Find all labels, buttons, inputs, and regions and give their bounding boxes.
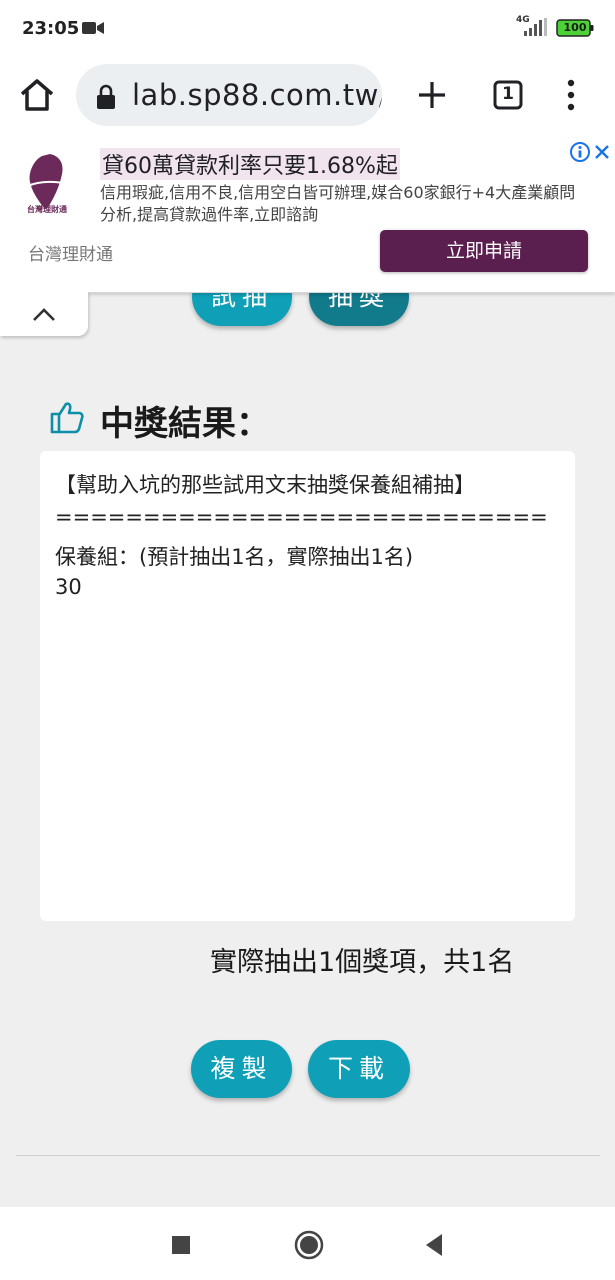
- result-winner-line: 30: [55, 575, 82, 599]
- system-nav-bar: [0, 1207, 615, 1280]
- copy-button[interactable]: 複製: [191, 1040, 292, 1098]
- result-separator-line: ============================: [55, 505, 548, 529]
- tab-count: 1: [502, 84, 514, 104]
- url-text: lab.sp88.com.tw/: [132, 78, 382, 112]
- back-icon[interactable]: [424, 1233, 444, 1257]
- recent-apps-icon[interactable]: [172, 1236, 190, 1254]
- ad-close-icon[interactable]: [594, 144, 610, 160]
- result-prize-line: 保養組：(預計抽出1名，實際抽出1名): [55, 545, 414, 569]
- ad-apply-button[interactable]: 立即申請: [380, 230, 588, 272]
- result-heading: 中獎結果：: [100, 404, 270, 444]
- signal-strength-icon: [524, 18, 547, 36]
- ad-advertiser: 台灣理財通: [28, 245, 113, 265]
- ad-banner[interactable]: 台灣理財通 貸60萬貸款利率只要1.68%起 信用瑕疵,信用不良,信用空白皆可辦…: [0, 138, 615, 293]
- ad-logo-text: 台灣理財通: [27, 205, 67, 214]
- browser-toolbar: lab.sp88.com.tw/ 1: [0, 58, 615, 138]
- status-bar: 23:05 4G 100: [0, 0, 615, 58]
- thumbs-up-icon: [50, 402, 84, 434]
- nav-home-icon[interactable]: [294, 1230, 324, 1260]
- address-bar[interactable]: lab.sp88.com.tw/: [76, 64, 382, 126]
- new-tab-icon[interactable]: [416, 79, 448, 111]
- result-textarea[interactable]: 【幫助入坑的那些試用文末抽獎保養組補抽】 ===================…: [40, 451, 575, 921]
- divider: [16, 1155, 600, 1156]
- status-time: 23:05: [22, 18, 80, 39]
- ad-title[interactable]: 貸60萬貸款利率只要1.68%起: [100, 148, 400, 180]
- result-summary: 實際抽出1個獎項，共1名: [210, 947, 515, 978]
- result-title-line: 【幫助入坑的那些試用文末抽獎保養組補抽】: [55, 473, 475, 497]
- battery-level: 100: [563, 21, 587, 34]
- download-button[interactable]: 下載: [308, 1040, 410, 1098]
- ad-description: 信用瑕疵,信用不良,信用空白皆可辦理,媒合60家銀行+4大產業顧問分析,提高貸款…: [100, 183, 576, 224]
- overflow-menu-icon[interactable]: [562, 78, 580, 112]
- video-camera-icon: [82, 22, 104, 34]
- collapse-ad-button[interactable]: [0, 292, 88, 336]
- lock-icon: [97, 84, 115, 109]
- chevron-up-icon: [33, 308, 55, 321]
- ad-info-icon[interactable]: [570, 142, 590, 162]
- home-icon[interactable]: [18, 76, 56, 114]
